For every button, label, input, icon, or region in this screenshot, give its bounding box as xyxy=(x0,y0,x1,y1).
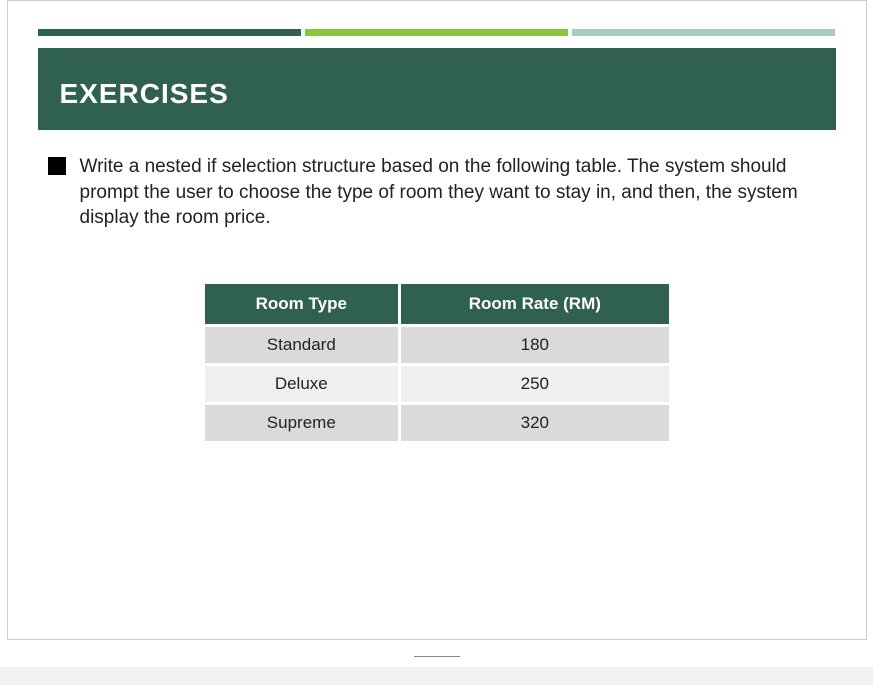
bar-mutedgreen xyxy=(572,29,835,36)
bar-darkgreen xyxy=(38,29,301,36)
table-container: Room Type Room Rate (RM) Standard 180 De… xyxy=(48,281,826,444)
slide-header: EXERCISES xyxy=(38,48,836,130)
cell-roomrate: 250 xyxy=(401,366,668,402)
cell-roomtype: Standard xyxy=(205,327,399,363)
room-rate-table: Room Type Room Rate (RM) Standard 180 De… xyxy=(202,281,672,444)
cell-roomrate: 320 xyxy=(401,405,668,441)
cell-roomtype: Supreme xyxy=(205,405,399,441)
slide-container: EXERCISES Write a nested if selection st… xyxy=(7,0,867,640)
table-row: Deluxe 250 xyxy=(205,366,669,402)
exercise-prompt: Write a nested if selection structure ba… xyxy=(80,154,826,231)
footer-divider xyxy=(414,656,460,657)
square-bullet-icon xyxy=(48,157,66,175)
decorative-color-bars xyxy=(38,29,836,36)
table-header-row: Room Type Room Rate (RM) xyxy=(205,284,669,324)
table-header-roomrate: Room Rate (RM) xyxy=(401,284,668,324)
cell-roomrate: 180 xyxy=(401,327,668,363)
bar-lightgreen xyxy=(305,29,568,36)
table-row: Standard 180 xyxy=(205,327,669,363)
table-header-roomtype: Room Type xyxy=(205,284,399,324)
bullet-row: Write a nested if selection structure ba… xyxy=(48,154,826,231)
cell-roomtype: Deluxe xyxy=(205,366,399,402)
slide-content: Write a nested if selection structure ba… xyxy=(38,150,836,448)
table-row: Supreme 320 xyxy=(205,405,669,441)
page-title: EXERCISES xyxy=(60,78,814,110)
bottom-shade xyxy=(0,667,873,685)
